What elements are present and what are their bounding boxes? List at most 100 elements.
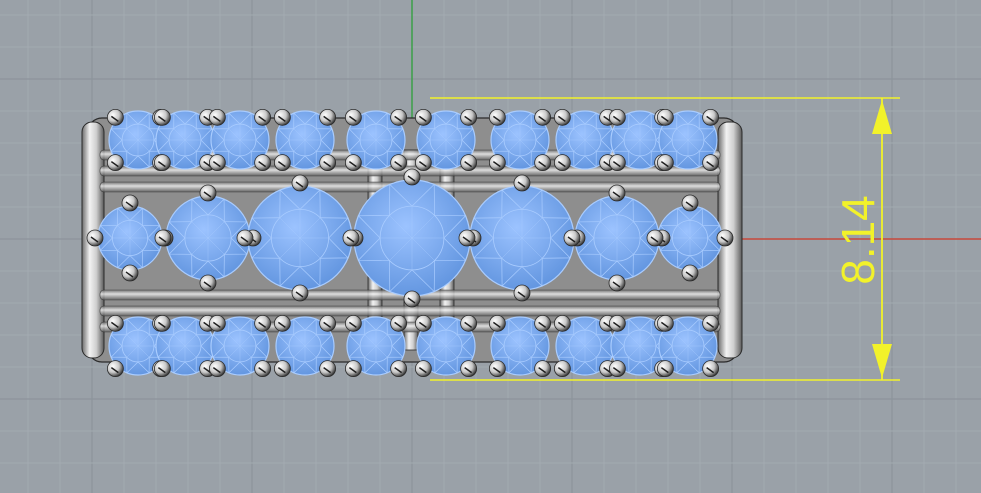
dimension-arrow-up-icon (872, 100, 892, 134)
prong (153, 360, 171, 378)
prong (153, 108, 171, 126)
prong (199, 274, 217, 292)
prong-head (208, 108, 226, 126)
prong (656, 154, 674, 172)
prong-head (254, 154, 272, 172)
prong (488, 108, 506, 126)
prong (414, 314, 432, 332)
prong (608, 184, 626, 202)
prong-head (646, 229, 664, 247)
prong (291, 284, 309, 302)
prong (273, 314, 291, 332)
prong-head (458, 229, 476, 247)
prong (553, 108, 571, 126)
prong (513, 174, 531, 192)
prong-head (608, 154, 626, 172)
prong-head (681, 194, 699, 212)
prong (106, 314, 124, 332)
prong (488, 360, 506, 378)
prong (154, 229, 172, 247)
prong (208, 360, 226, 378)
prong (534, 108, 552, 126)
prong-head (319, 314, 337, 332)
prong-head (106, 314, 124, 332)
prong-head (106, 154, 124, 172)
prong-head (608, 314, 626, 332)
prong-head (403, 290, 421, 308)
gem-center (247, 185, 353, 291)
prong (319, 360, 337, 378)
prong (390, 314, 408, 332)
prong (460, 108, 478, 126)
prong (702, 314, 720, 332)
prong-head (319, 360, 337, 378)
prong-head (716, 229, 734, 247)
prong (716, 229, 734, 247)
prong-head (460, 108, 478, 126)
prong (153, 154, 171, 172)
ring-model[interactable] (81, 108, 743, 378)
prong (236, 229, 254, 247)
prong (273, 360, 291, 378)
prong (208, 314, 226, 332)
prong-head (121, 194, 139, 212)
prong (702, 360, 720, 378)
prong-head (460, 360, 478, 378)
rail (99, 305, 721, 317)
prong-head (553, 108, 571, 126)
prong-head (273, 108, 291, 126)
prong (344, 360, 362, 378)
prong (344, 154, 362, 172)
prong-head (414, 108, 432, 126)
prong (460, 154, 478, 172)
prong-head (390, 154, 408, 172)
prong-head (273, 154, 291, 172)
prong (342, 229, 360, 247)
prong (390, 360, 408, 378)
prong-head (656, 154, 674, 172)
prong (291, 174, 309, 192)
prong (553, 314, 571, 332)
prong-head (563, 229, 581, 247)
prong (656, 360, 674, 378)
prong (344, 314, 362, 332)
prong-head (236, 229, 254, 247)
prong (553, 154, 571, 172)
prong (534, 154, 552, 172)
prong-head (254, 314, 272, 332)
prong-head (208, 314, 226, 332)
prong-head (608, 360, 626, 378)
prong (199, 184, 217, 202)
prong-head (513, 174, 531, 192)
prong-head (208, 360, 226, 378)
prong-head (254, 360, 272, 378)
prong-head (702, 108, 720, 126)
prong (106, 360, 124, 378)
prong (390, 154, 408, 172)
prong-head (534, 108, 552, 126)
prong (460, 314, 478, 332)
prong (121, 194, 139, 212)
prong-head (199, 274, 217, 292)
prong-head (488, 154, 506, 172)
prong-head (154, 229, 172, 247)
prong (608, 108, 626, 126)
prong-head (460, 154, 478, 172)
prong (254, 314, 272, 332)
prong (414, 360, 432, 378)
prong (106, 154, 124, 172)
prong-head (534, 360, 552, 378)
prong (656, 108, 674, 126)
viewport-front[interactable]: 8.14 (0, 0, 981, 493)
gem-center (353, 179, 471, 297)
dimension-value[interactable]: 8.14 (832, 195, 884, 285)
prong-head (273, 360, 291, 378)
prong (273, 108, 291, 126)
prong-head (153, 154, 171, 172)
prong-head (291, 284, 309, 302)
prong (553, 360, 571, 378)
prong-head (390, 360, 408, 378)
prong-head (344, 108, 362, 126)
prong (681, 194, 699, 212)
prong-head (319, 108, 337, 126)
